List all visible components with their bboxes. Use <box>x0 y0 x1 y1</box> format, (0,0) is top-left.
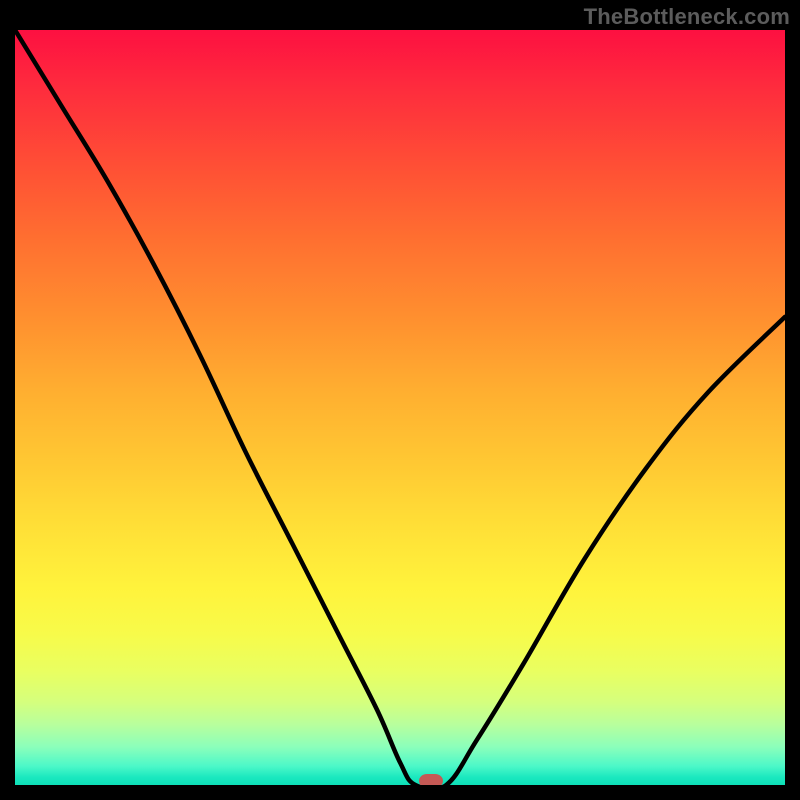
plot-area <box>15 30 785 785</box>
optimal-marker <box>419 774 443 785</box>
bottleneck-curve <box>15 30 785 785</box>
watermark-text: TheBottleneck.com <box>584 4 790 30</box>
chart-stage: TheBottleneck.com <box>0 0 800 800</box>
